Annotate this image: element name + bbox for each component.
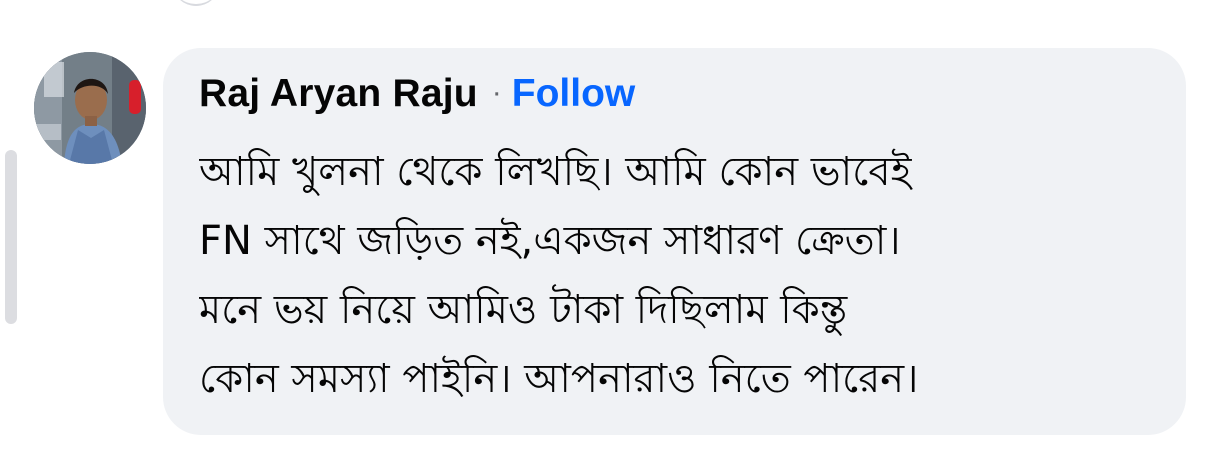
comment-line-1: আমি খুলনা থেকে লিখছি। আমি কোন ভাবেই (199, 149, 912, 195)
separator-dot: · (491, 76, 502, 109)
thread-line (5, 150, 17, 324)
profile-photo-icon (34, 52, 146, 164)
avatar[interactable] (34, 52, 146, 164)
author-name[interactable]: Raj Aryan Raju (199, 72, 478, 116)
comment-header: Raj Aryan Raju · Follow (199, 72, 1156, 128)
follow-button[interactable]: Follow (512, 72, 635, 116)
comment-text: আমি খুলনা থেকে লিখছি। আমি কোন ভাবেই FN স… (199, 138, 1156, 414)
comment-bubble: Raj Aryan Raju · Follow আমি খুলনা থেকে ল… (163, 48, 1186, 435)
comment-screen: Raj Aryan Raju · Follow আমি খুলনা থেকে ল… (0, 0, 1220, 451)
comment-line-2: FN সাথে জড়িত নই,একজন সাধারণ ক্রেতা। (199, 218, 901, 264)
previous-reaction-edge (172, 0, 220, 6)
comment-line-4: কোন সমস্যা পাইনি। আপনারাও নিতে পারেন। (199, 356, 919, 402)
comment-line-3: মনে ভয় নিয়ে আমিও টাকা দিছিলাম কিন্তু (199, 287, 848, 333)
